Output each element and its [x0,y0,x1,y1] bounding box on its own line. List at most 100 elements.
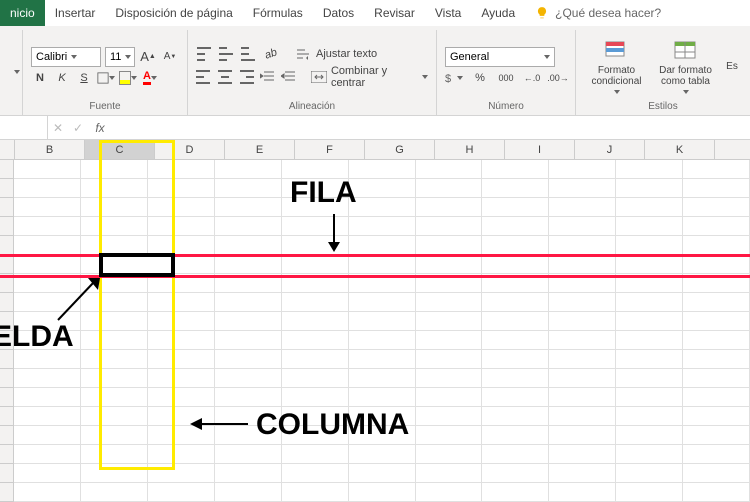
cell[interactable] [416,331,483,350]
col-header-B[interactable]: B [15,140,85,159]
cell[interactable] [148,293,215,312]
cell[interactable] [416,350,483,369]
cell[interactable] [148,331,215,350]
row-header[interactable] [0,331,14,350]
cell[interactable] [148,464,215,483]
cell[interactable] [416,312,483,331]
cell[interactable] [416,388,483,407]
col-header-G[interactable]: G [365,140,435,159]
tab-vista[interactable]: Vista [425,0,471,26]
cell[interactable] [282,331,349,350]
cell-styles-button[interactable]: Es [722,32,742,101]
cell[interactable] [616,426,683,445]
row-header[interactable] [0,312,14,331]
increase-decimal-button[interactable]: ←.0 [523,69,541,87]
cell[interactable] [416,464,483,483]
cell[interactable] [616,217,683,236]
cell[interactable] [14,236,81,255]
cell[interactable] [14,160,81,179]
cell[interactable] [81,407,148,426]
format-as-table-button[interactable]: Dar formato como tabla [653,32,718,101]
cell[interactable] [148,217,215,236]
fx-cancel-button[interactable]: ✕ [48,121,68,135]
cell[interactable] [215,274,282,293]
cell[interactable] [549,236,616,255]
tab-disposicion[interactable]: Disposición de página [105,0,242,26]
cell[interactable] [14,350,81,369]
cell[interactable] [549,426,616,445]
cell[interactable] [549,312,616,331]
cell[interactable] [482,293,549,312]
row-header[interactable] [0,350,14,369]
cell[interactable] [616,274,683,293]
cell[interactable] [148,407,215,426]
cell[interactable] [683,179,750,198]
cell[interactable] [482,426,549,445]
row-header[interactable] [0,426,14,445]
cell[interactable] [349,331,416,350]
cell[interactable] [349,312,416,331]
col-header-D[interactable]: D [155,140,225,159]
cell[interactable] [81,274,148,293]
cell[interactable] [81,293,148,312]
cell[interactable] [282,312,349,331]
tab-revisar[interactable]: Revisar [364,0,425,26]
row-header[interactable] [0,274,14,293]
cell[interactable] [416,198,483,217]
cell[interactable] [215,179,282,198]
cell[interactable] [549,464,616,483]
cell[interactable] [549,274,616,293]
col-header-J[interactable]: J [575,140,645,159]
cell[interactable] [549,407,616,426]
cell[interactable] [616,483,683,502]
cell[interactable] [549,217,616,236]
cell[interactable] [683,331,750,350]
col-header-E[interactable]: E [225,140,295,159]
orientation-button[interactable]: ab [259,42,282,65]
increase-indent-button[interactable] [280,68,297,86]
cell[interactable] [482,312,549,331]
cell[interactable] [148,255,215,274]
cell[interactable] [349,198,416,217]
cell[interactable] [282,179,349,198]
cell[interactable] [282,274,349,293]
cell[interactable] [549,369,616,388]
cell[interactable] [14,312,81,331]
cell[interactable] [148,483,215,502]
cell[interactable] [282,198,349,217]
cell[interactable] [482,198,549,217]
row-header[interactable] [0,483,14,502]
cell[interactable] [616,255,683,274]
cell[interactable] [349,160,416,179]
cell[interactable] [215,293,282,312]
cell[interactable] [14,426,81,445]
row-header[interactable] [0,217,14,236]
row-header[interactable] [0,255,14,274]
cell[interactable] [215,483,282,502]
align-bottom-button[interactable] [240,45,258,63]
cell[interactable] [482,274,549,293]
cell[interactable] [14,179,81,198]
cell[interactable] [683,236,750,255]
cell[interactable] [14,483,81,502]
accounting-format-button[interactable]: $ [445,69,463,87]
tab-insertar[interactable]: Insertar [45,0,106,26]
cell[interactable] [616,407,683,426]
cell[interactable] [482,464,549,483]
cell[interactable] [282,426,349,445]
cell[interactable] [14,198,81,217]
cell[interactable] [81,483,148,502]
cell[interactable] [215,350,282,369]
cell[interactable] [416,483,483,502]
cell[interactable] [349,388,416,407]
number-format-combo[interactable]: General [445,47,555,67]
cell[interactable] [549,293,616,312]
row-header[interactable] [0,445,14,464]
decrease-font-button[interactable]: A▼ [161,48,179,66]
align-middle-button[interactable] [218,45,236,63]
row-header[interactable] [0,293,14,312]
cell[interactable] [349,293,416,312]
cell[interactable] [616,179,683,198]
cell[interactable] [282,217,349,236]
cell[interactable] [683,369,750,388]
